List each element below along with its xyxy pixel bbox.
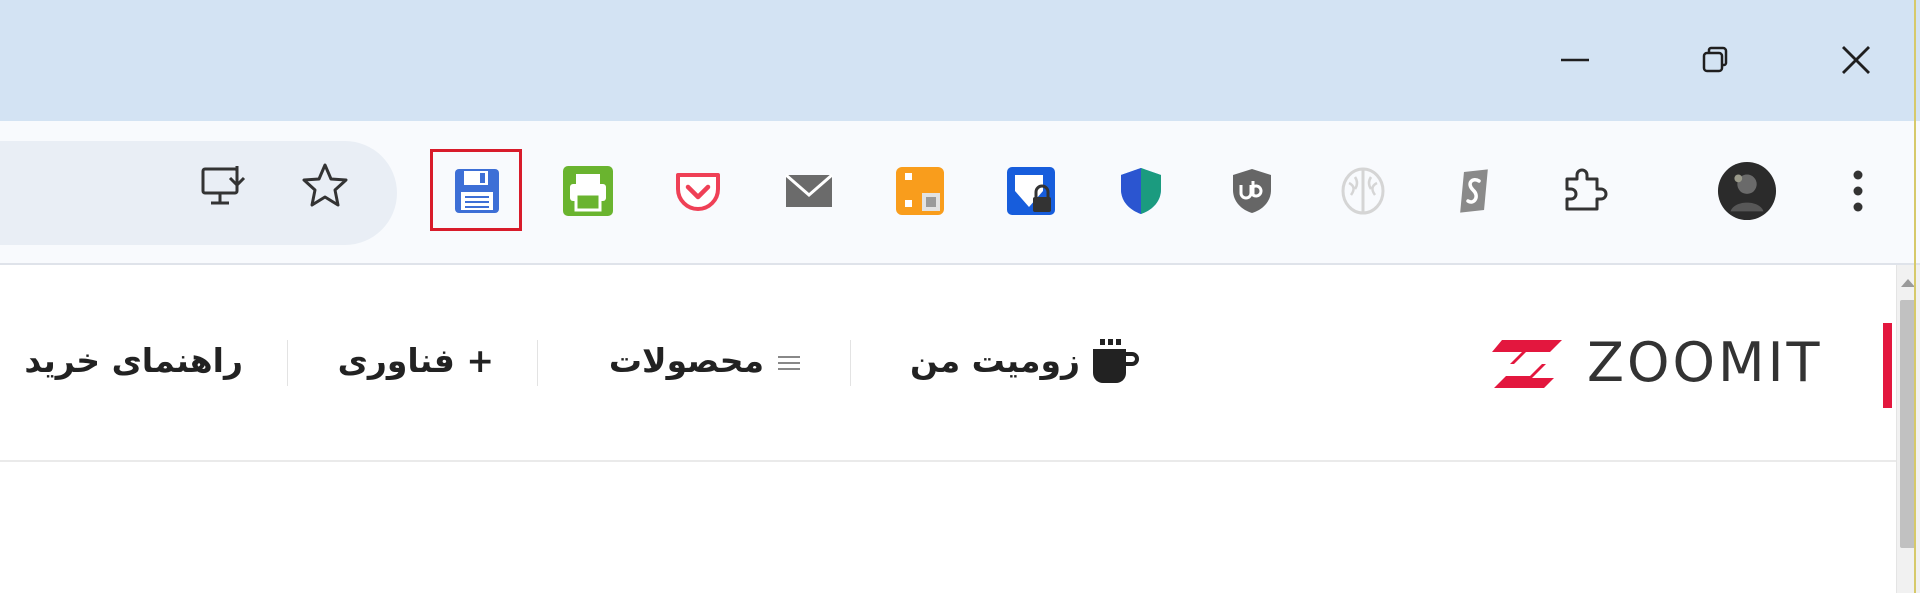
window-edge [1914,0,1916,593]
surfshark-icon[interactable] [1444,161,1504,221]
nav-separator [537,340,538,386]
nav-separator [287,340,288,386]
ublock-origin-icon[interactable] [1222,161,1282,221]
shield-icon[interactable] [1111,161,1171,221]
mail-icon[interactable] [779,161,839,221]
nav-buying-guide[interactable]: راهنمای خرید [8,336,243,386]
bookmark-star-icon[interactable] [297,158,353,214]
install-app-icon[interactable] [197,158,253,214]
orange-extension-icon[interactable] [890,161,950,221]
scroll-up-arrow-icon[interactable] [1901,279,1915,287]
brain-icon[interactable] [1333,161,1393,221]
kebab-menu-icon[interactable] [1828,161,1888,221]
profile-avatar[interactable] [1717,161,1777,221]
nav-technology[interactable]: + فناوری [336,336,494,386]
extensions-puzzle-icon[interactable] [1555,161,1615,221]
print-friendly-icon[interactable] [558,161,618,221]
title-bar [0,0,1920,121]
restore-icon [1702,46,1728,73]
bitwarden-lock-icon[interactable] [1001,161,1061,221]
pocket-icon[interactable] [668,161,728,221]
brand-accent-bar [1883,323,1892,408]
menu-lines-icon [778,356,800,370]
save-page-highlight [430,149,522,231]
browser-toolbar [0,121,1920,338]
coffee-cup-icon [1093,339,1139,383]
minimize-button[interactable] [1545,30,1605,90]
nav-my-zoomit[interactable]: زومیت من [898,336,1080,386]
close-button[interactable] [1826,30,1886,90]
close-icon [1842,46,1870,74]
zoomit-logo-text[interactable]: ZOOMIT [1587,331,1823,395]
nav-products[interactable]: محصولات [588,336,764,386]
restore-button[interactable] [1685,30,1745,90]
zoomit-logo-icon [1492,340,1562,388]
nav-separator [850,340,851,386]
minimize-icon [1561,58,1589,62]
